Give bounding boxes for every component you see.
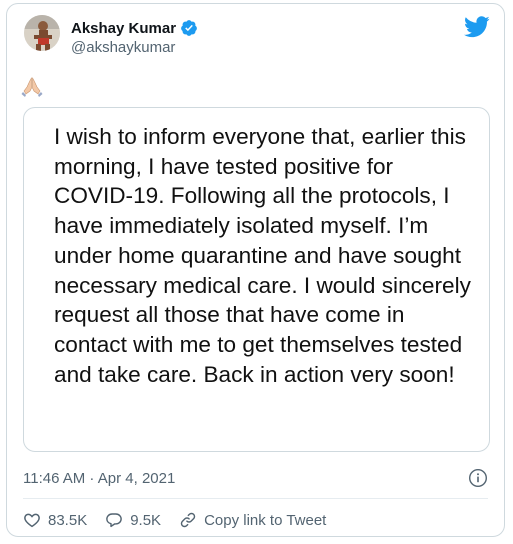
verified-badge-icon bbox=[181, 20, 197, 36]
avatar-photo bbox=[24, 15, 60, 51]
avatar[interactable] bbox=[24, 15, 60, 51]
divider bbox=[23, 498, 488, 499]
author-handle[interactable]: @akshaykumar bbox=[71, 39, 175, 56]
copy-link-label: Copy link to Tweet bbox=[204, 511, 327, 529]
author-name[interactable]: Akshay Kumar bbox=[71, 19, 198, 37]
like-count: 83.5K bbox=[48, 511, 88, 529]
twitter-bird-icon[interactable] bbox=[464, 16, 490, 38]
like-button[interactable]: 83.5K bbox=[23, 511, 87, 529]
heart-icon bbox=[24, 513, 40, 528]
reply-bubble-icon bbox=[106, 513, 123, 528]
statement-text: I wish to inform everyone that, earlier … bbox=[54, 124, 471, 387]
reply-count: 9.5K bbox=[130, 511, 162, 529]
tweet-card[interactable]: Akshay Kumar @akshaykumar I wish to info… bbox=[6, 3, 505, 537]
author-name-text[interactable]: Akshay Kumar bbox=[71, 20, 176, 37]
info-icon[interactable] bbox=[468, 468, 488, 488]
tweet-actions-bar: 83.5K 9.5K Copy link to Tweet bbox=[23, 509, 326, 531]
tweet-timestamp[interactable]: 11:46 AM · Apr 4, 2021 bbox=[23, 470, 175, 487]
reply-button[interactable]: 9.5K bbox=[105, 511, 161, 529]
tweet-image-card[interactable]: I wish to inform everyone that, earlier … bbox=[23, 107, 490, 452]
link-icon bbox=[180, 512, 196, 528]
copy-link-button[interactable]: Copy link to Tweet bbox=[179, 511, 326, 529]
folded-hands-emoji-icon bbox=[21, 77, 43, 97]
